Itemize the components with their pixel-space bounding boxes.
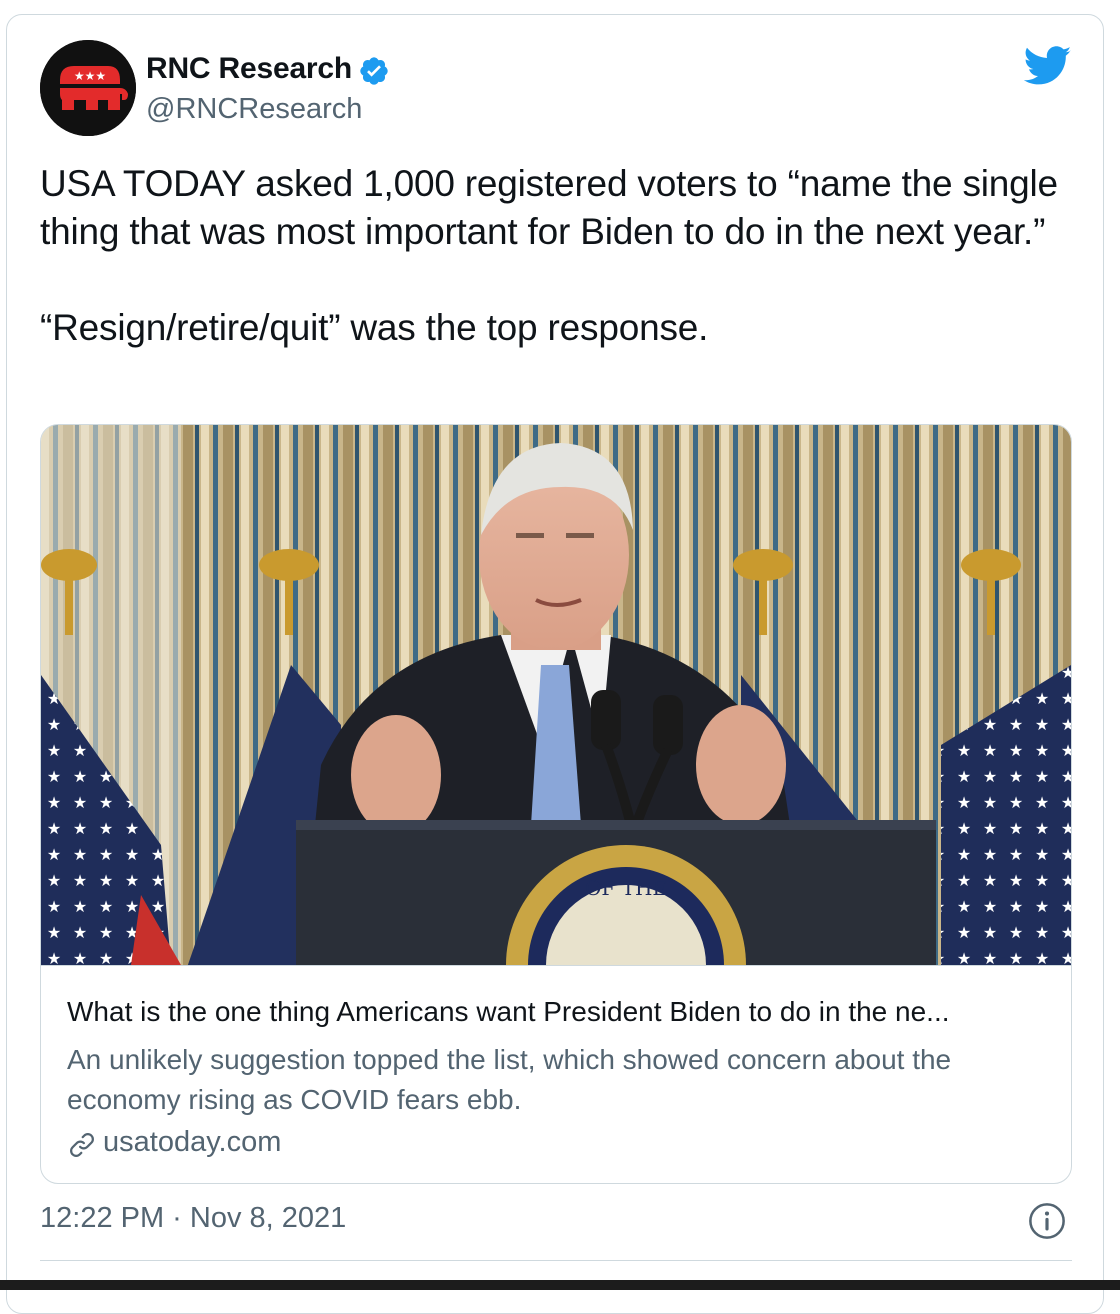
- info-icon[interactable]: [1028, 1202, 1066, 1240]
- tweet-timestamp[interactable]: 12:22 PM · Nov 8, 2021: [40, 1202, 346, 1235]
- tweet-paragraph: “Resign/retire/quit” was the top respons…: [40, 307, 709, 348]
- twitter-bird-icon[interactable]: [1024, 46, 1072, 86]
- link-icon: [70, 1133, 94, 1157]
- link-preview-body[interactable]: What is the one thing Americans want Pre…: [41, 965, 1071, 1183]
- divider: [40, 1260, 1072, 1261]
- link-title[interactable]: What is the one thing Americans want Pre…: [67, 996, 1042, 1028]
- avatar[interactable]: ★★★: [40, 40, 136, 136]
- verified-badge-icon: [360, 57, 388, 85]
- link-preview-image[interactable]: ★: [41, 425, 1071, 965]
- link-domain[interactable]: usatoday.com: [103, 1126, 281, 1159]
- svg-text:★★★: ★★★: [74, 69, 106, 83]
- bottom-strip: [0, 1280, 1120, 1290]
- tweet-text: USA TODAY asked 1,000 registered voters …: [40, 160, 1080, 352]
- author-handle[interactable]: @RNCResearch: [146, 93, 362, 126]
- link-description: An unlikely suggestion topped the list, …: [67, 1044, 952, 1115]
- republican-elephant-logo-icon: ★★★: [40, 40, 136, 136]
- author-display-name[interactable]: RNC Research: [146, 52, 352, 86]
- svg-text:OF THE: OF THE: [585, 876, 667, 900]
- link-preview-card[interactable]: ★: [40, 424, 1072, 1184]
- tweet-paragraph: USA TODAY asked 1,000 registered voters …: [40, 163, 1058, 252]
